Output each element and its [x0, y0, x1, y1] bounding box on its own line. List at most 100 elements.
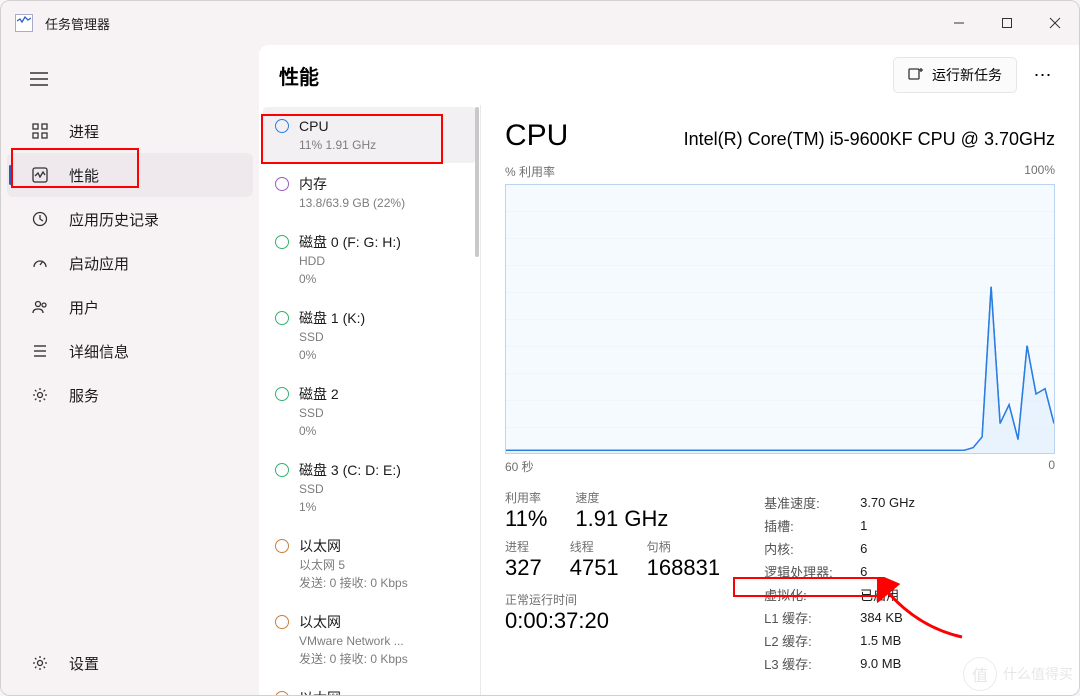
users-icon [31, 298, 49, 316]
perf-item-dot-icon [275, 177, 289, 191]
content: 性能 运行新任务 ⋯ CPU 11% 1.91 GHz 内存13.8/63.9 G… [259, 45, 1079, 695]
perf-item-dot-icon [275, 235, 289, 249]
stats-key: 插槽: [764, 514, 854, 537]
stats-right-table: 基准速度:3.70 GHz插槽:1内核:6逻辑处理器:6虚拟化:已启用L1 缓存… [764, 491, 915, 675]
sidebar-item-users[interactable]: 用户 [7, 285, 253, 329]
window-title: 任务管理器 [45, 14, 110, 33]
stats-val: 6 [854, 560, 915, 583]
performance-list-wrap: CPU 11% 1.91 GHz 内存13.8/63.9 GB (22%) 磁盘 … [259, 105, 481, 695]
sidebar-item-processes[interactable]: 进程 [7, 109, 253, 153]
stats-key: L2 缓存: [764, 629, 854, 652]
sidebar-item-label: 用户 [69, 297, 99, 318]
perf-list-item[interactable]: 磁盘 3 (C: D: E:) SSD 1% [263, 451, 476, 525]
perf-item-sub: 发送: 0 接收: 0 Kbps [299, 575, 408, 591]
sidebar-item-settings[interactable]: 设置 [7, 641, 253, 685]
perf-item-name: 以太网 [299, 613, 408, 631]
stats: 利用率 11% 速度 1.91 GHz 进程 [505, 489, 1055, 675]
stat-utilization: 利用率 11% [505, 489, 547, 532]
page-title: 性能 [279, 61, 319, 90]
perf-item-sub: HDD [299, 253, 401, 269]
hamburger-button[interactable] [19, 59, 59, 99]
perf-item-dot-icon [275, 463, 289, 477]
perf-list-item[interactable]: 以太网以太网 5发送: 0 接收: 0 Kbps [263, 527, 476, 601]
stats-val: 9.0 MB [854, 652, 915, 675]
perf-item-dot-icon [275, 119, 289, 133]
stats-row: L2 缓存:1.5 MB [764, 629, 915, 652]
perf-list-item[interactable]: CPU 11% 1.91 GHz [263, 107, 476, 163]
stats-row: L3 缓存:9.0 MB [764, 652, 915, 675]
perf-list-item[interactable]: 内存13.8/63.9 GB (22%) [263, 165, 476, 221]
detail-header: CPU Intel(R) Core(TM) i5-9600KF CPU @ 3.… [505, 119, 1055, 153]
stats-row: 虚拟化:已启用 [764, 583, 915, 606]
perf-item-name: 磁盘 1 (K:) [299, 309, 365, 327]
perf-list-item[interactable]: 磁盘 1 (K:)SSD0% [263, 299, 476, 373]
minimize-button[interactable] [935, 1, 983, 45]
chart-ymax: 100% [1024, 163, 1055, 180]
sidebar-item-label: 应用历史记录 [69, 209, 159, 230]
perf-item-name: 内存 [299, 175, 405, 193]
stats-right: 基准速度:3.70 GHz插槽:1内核:6逻辑处理器:6虚拟化:已启用L1 缓存… [764, 491, 915, 675]
perf-item-sub: 11% 1.91 GHz [299, 137, 376, 153]
perf-item-sub: 0% [299, 271, 401, 287]
sidebar-item-performance[interactable]: 性能 [7, 153, 253, 197]
perf-item-name: 以太网 [299, 689, 341, 696]
perf-item-dot-icon [275, 691, 289, 696]
more-button[interactable]: ⋯ [1025, 57, 1061, 93]
perf-item-dot-icon [275, 387, 289, 401]
stats-val: 3.70 GHz [854, 491, 915, 514]
body: 进程 性能 应用历史记录 启动应用 用户 详细信息 [1, 45, 1079, 695]
stat-processes: 进程 327 [505, 538, 542, 581]
sidebar-item-label: 性能 [69, 165, 99, 186]
perf-item-dot-icon [275, 311, 289, 325]
perf-item-name: CPU [299, 117, 376, 135]
new-task-icon [908, 66, 924, 85]
sidebar-item-startup[interactable]: 启动应用 [7, 241, 253, 285]
utilization-chart [505, 184, 1055, 454]
window-buttons [935, 1, 1079, 45]
stats-key: L1 缓存: [764, 606, 854, 629]
perf-item-name: 磁盘 3 (C: D: E:) [299, 461, 401, 479]
stat-threads: 线程 4751 [570, 538, 619, 581]
scrollbar[interactable] [475, 107, 479, 257]
stats-val: 384 KB [854, 606, 915, 629]
perf-item-dot-icon [275, 539, 289, 553]
perf-item-sub: SSD [299, 329, 365, 345]
perf-item-sub: SSD [299, 481, 401, 497]
perf-list-item[interactable]: 以太网 [263, 679, 476, 696]
stats-val: 已启用 [854, 583, 915, 606]
stat-speed: 速度 1.91 GHz [575, 489, 668, 532]
stats-row: 基准速度:3.70 GHz [764, 491, 915, 514]
close-button[interactable] [1031, 1, 1079, 45]
stats-key: 基准速度: [764, 491, 854, 514]
grid-icon [31, 122, 49, 140]
main: CPU 11% 1.91 GHz 内存13.8/63.9 GB (22%) 磁盘 … [259, 105, 1079, 695]
sidebar-item-label: 设置 [69, 653, 99, 674]
maximize-button[interactable] [983, 1, 1031, 45]
sidebar-item-details[interactable]: 详细信息 [7, 329, 253, 373]
perf-item-sub: VMware Network ... [299, 633, 408, 649]
detail-title: CPU [505, 119, 568, 153]
settings-icon [31, 654, 49, 672]
pulse-icon [31, 166, 49, 184]
sidebar: 进程 性能 应用历史记录 启动应用 用户 详细信息 [1, 45, 259, 695]
stats-row: 内核:6 [764, 537, 915, 560]
stat-handles: 句柄 168831 [647, 538, 720, 581]
window: 任务管理器 进程 性能 应用历史记录 [0, 0, 1080, 696]
stats-val: 1.5 MB [854, 629, 915, 652]
run-new-task-button[interactable]: 运行新任务 [893, 57, 1017, 93]
perf-list-item[interactable]: 磁盘 0 (F: G: H:)HDD0% [263, 223, 476, 297]
stats-key: 虚拟化: [764, 583, 854, 606]
stats-key: L3 缓存: [764, 652, 854, 675]
sidebar-item-history[interactable]: 应用历史记录 [7, 197, 253, 241]
stats-val: 6 [854, 537, 915, 560]
performance-list[interactable]: CPU 11% 1.91 GHz 内存13.8/63.9 GB (22%) 磁盘 … [259, 105, 481, 696]
chart-top-labels: % 利用率 100% [505, 163, 1055, 180]
stats-val: 1 [854, 514, 915, 537]
list-icon [31, 342, 49, 360]
perf-item-sub: SSD [299, 405, 339, 421]
perf-item-sub: 1% [299, 499, 401, 515]
stats-row: 逻辑处理器:6 [764, 560, 915, 583]
perf-list-item[interactable]: 以太网VMware Network ...发送: 0 接收: 0 Kbps [263, 603, 476, 677]
sidebar-item-services[interactable]: 服务 [7, 373, 253, 417]
perf-list-item[interactable]: 磁盘 2SSD0% [263, 375, 476, 449]
